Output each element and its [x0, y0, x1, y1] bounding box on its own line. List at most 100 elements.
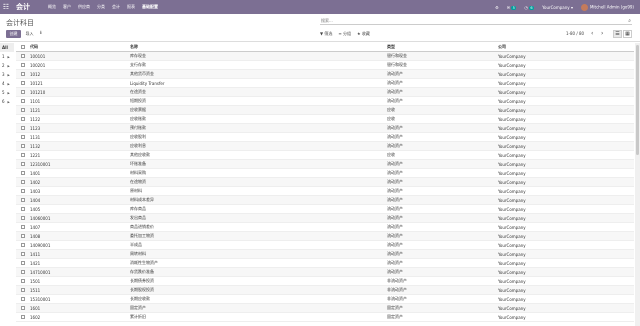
chat-icon[interactable]: ✉ 5: [507, 5, 517, 10]
search-panel-item[interactable]: 2 ▶: [0, 61, 14, 70]
row-checkbox[interactable]: [21, 189, 25, 193]
row-checkbox[interactable]: [21, 216, 25, 220]
table-row[interactable]: 1132 应收利息 流动资产 YourCompany: [16, 142, 634, 151]
table-row[interactable]: 14060001 发出商品 流动资产 YourCompany: [16, 214, 634, 223]
table-row[interactable]: 100201 支行存款 银行和现金 YourCompany: [16, 61, 634, 70]
table-row[interactable]: 1121 应收票据 应收 YourCompany: [16, 106, 634, 115]
list-view-icon[interactable]: ☰: [613, 30, 622, 38]
bug-icon[interactable]: ⚙: [495, 5, 499, 10]
column-header-code[interactable]: 代码: [30, 44, 130, 50]
filter-button[interactable]: ▼ 筛选: [320, 31, 332, 37]
menu-reports[interactable]: 报表: [127, 4, 135, 10]
table-row[interactable]: 1122 应收账款 应收 YourCompany: [16, 115, 634, 124]
search-panel-item[interactable]: 3 ▶: [0, 70, 14, 79]
table-row[interactable]: 15310001 长期应收款 非流动资产 YourCompany: [16, 295, 634, 304]
table-row[interactable]: 1501 长期债券投资 非流动资产 YourCompany: [16, 277, 634, 286]
table-row[interactable]: 1101 短期投资 流动资产 YourCompany: [16, 97, 634, 106]
row-checkbox[interactable]: [21, 180, 25, 184]
menu-accounting[interactable]: 会计: [112, 4, 120, 10]
table-row[interactable]: 1411 周转材料 流动资产 YourCompany: [16, 250, 634, 259]
search-panel-item[interactable]: 1 ▶: [0, 52, 14, 61]
table-row[interactable]: 14710001 存货跌价准备 流动资产 YourCompany: [16, 268, 634, 277]
menu-vendors[interactable]: 供应商: [78, 4, 90, 10]
row-checkbox[interactable]: [21, 117, 25, 121]
search-panel-item[interactable]: 4 ▶: [0, 79, 14, 88]
table-row[interactable]: 1403 原材料 流动资产 YourCompany: [16, 187, 634, 196]
table-row[interactable]: 1405 库存商品 流动资产 YourCompany: [16, 205, 634, 214]
menu-configuration[interactable]: 基础配置: [142, 4, 158, 10]
row-checkbox[interactable]: [21, 261, 25, 265]
row-checkbox[interactable]: [21, 315, 25, 319]
row-checkbox[interactable]: [21, 234, 25, 238]
table-row[interactable]: 1421 消耗性生物资产 流动资产 YourCompany: [16, 259, 634, 268]
row-checkbox[interactable]: [21, 270, 25, 274]
row-checkbox[interactable]: [21, 162, 25, 166]
table-row[interactable]: 1404 材料成本差异 流动资产 YourCompany: [16, 196, 634, 205]
menu-customers[interactable]: 客户: [63, 4, 71, 10]
row-checkbox[interactable]: [21, 63, 25, 67]
table-row[interactable]: 1131 应收股利 流动资产 YourCompany: [16, 133, 634, 142]
row-checkbox[interactable]: [21, 81, 25, 85]
row-checkbox[interactable]: [21, 306, 25, 310]
column-header-company[interactable]: 公司: [498, 44, 634, 50]
pager-next-icon[interactable]: ›: [601, 30, 603, 37]
create-button[interactable]: 创建: [6, 30, 21, 38]
row-checkbox[interactable]: [21, 243, 25, 247]
table-row[interactable]: 100101 库存现金 银行和现金 YourCompany: [16, 52, 634, 61]
activity-icon[interactable]: ◷ 6: [524, 5, 535, 10]
table-row[interactable]: 1407 商品进销差价 流动资产 YourCompany: [16, 223, 634, 232]
row-checkbox[interactable]: [21, 72, 25, 76]
scrollbar[interactable]: [635, 43, 640, 326]
table-row[interactable]: 14090001 半成品 流动资产 YourCompany: [16, 241, 634, 250]
column-header-type[interactable]: 类型: [387, 44, 498, 50]
kanban-view-icon[interactable]: ▦: [623, 30, 632, 38]
pager-value[interactable]: 1-80 / 80: [566, 31, 584, 36]
table-row[interactable]: 1123 预付账款 流动资产 YourCompany: [16, 124, 634, 133]
user-menu[interactable]: Mitchell Admin (go99): [580, 3, 634, 11]
table-row[interactable]: 1601 固定资产 固定资产 YourCompany: [16, 304, 634, 313]
search-panel-item[interactable]: 6 ▶: [0, 97, 14, 106]
import-button[interactable]: 导入: [23, 30, 36, 38]
row-checkbox[interactable]: [21, 288, 25, 292]
search-panel-item[interactable]: 5 ▶: [0, 88, 14, 97]
menu-overview[interactable]: 概览: [48, 4, 56, 10]
row-checkbox[interactable]: [21, 252, 25, 256]
table-row[interactable]: 10121 Liquidity Transfer 流动资产 YourCompany: [16, 79, 634, 88]
table-row[interactable]: 1511 长期股权投资 非流动资产 YourCompany: [16, 286, 634, 295]
row-checkbox[interactable]: [21, 144, 25, 148]
favorites-button[interactable]: ★ 收藏: [357, 31, 370, 37]
company-switcher[interactable]: YourCompany ▾: [542, 5, 573, 10]
row-checkbox[interactable]: [21, 198, 25, 202]
row-checkbox[interactable]: [21, 126, 25, 130]
row-checkbox[interactable]: [21, 99, 25, 103]
row-checkbox[interactable]: [21, 225, 25, 229]
select-all-checkbox[interactable]: [21, 45, 25, 49]
pager-previous-icon[interactable]: ‹: [591, 30, 593, 37]
row-checkbox[interactable]: [21, 108, 25, 112]
menu-categories[interactable]: 分类: [97, 4, 105, 10]
table-row[interactable]: 1402 在途物资 流动资产 YourCompany: [16, 178, 634, 187]
search-icon[interactable]: ⌕: [628, 18, 631, 24]
row-checkbox[interactable]: [21, 153, 25, 157]
row-checkbox[interactable]: [21, 135, 25, 139]
row-checkbox[interactable]: [21, 54, 25, 58]
download-icon[interactable]: ⭳: [40, 30, 42, 38]
table-row[interactable]: 1221 其他应收款 应收 YourCompany: [16, 151, 634, 160]
column-header-name[interactable]: 名称: [130, 44, 387, 50]
table-row[interactable]: 1602 累计折旧 固定资产 YourCompany: [16, 313, 634, 322]
scrollbar-thumb[interactable]: [636, 45, 639, 155]
table-row[interactable]: 101210 在途资金 流动资产 YourCompany: [16, 88, 634, 97]
table-row[interactable]: 1408 委托加工物资 流动资产 YourCompany: [16, 232, 634, 241]
table-row[interactable]: 1401 材料采购 流动资产 YourCompany: [16, 169, 634, 178]
search-panel-item[interactable]: All: [0, 43, 14, 52]
row-checkbox[interactable]: [21, 279, 25, 283]
group-by-button[interactable]: ≡ 分组: [338, 31, 351, 37]
table-row[interactable]: 12310001 坏账准备 流动资产 YourCompany: [16, 160, 634, 169]
search-input[interactable]: 搜索... ⌕: [320, 18, 632, 25]
row-checkbox[interactable]: [21, 90, 25, 94]
grid-icon[interactable]: ☷: [0, 0, 12, 14]
app-title[interactable]: 会计: [16, 2, 30, 12]
row-checkbox[interactable]: [21, 207, 25, 211]
row-checkbox[interactable]: [21, 297, 25, 301]
row-checkbox[interactable]: [21, 171, 25, 175]
